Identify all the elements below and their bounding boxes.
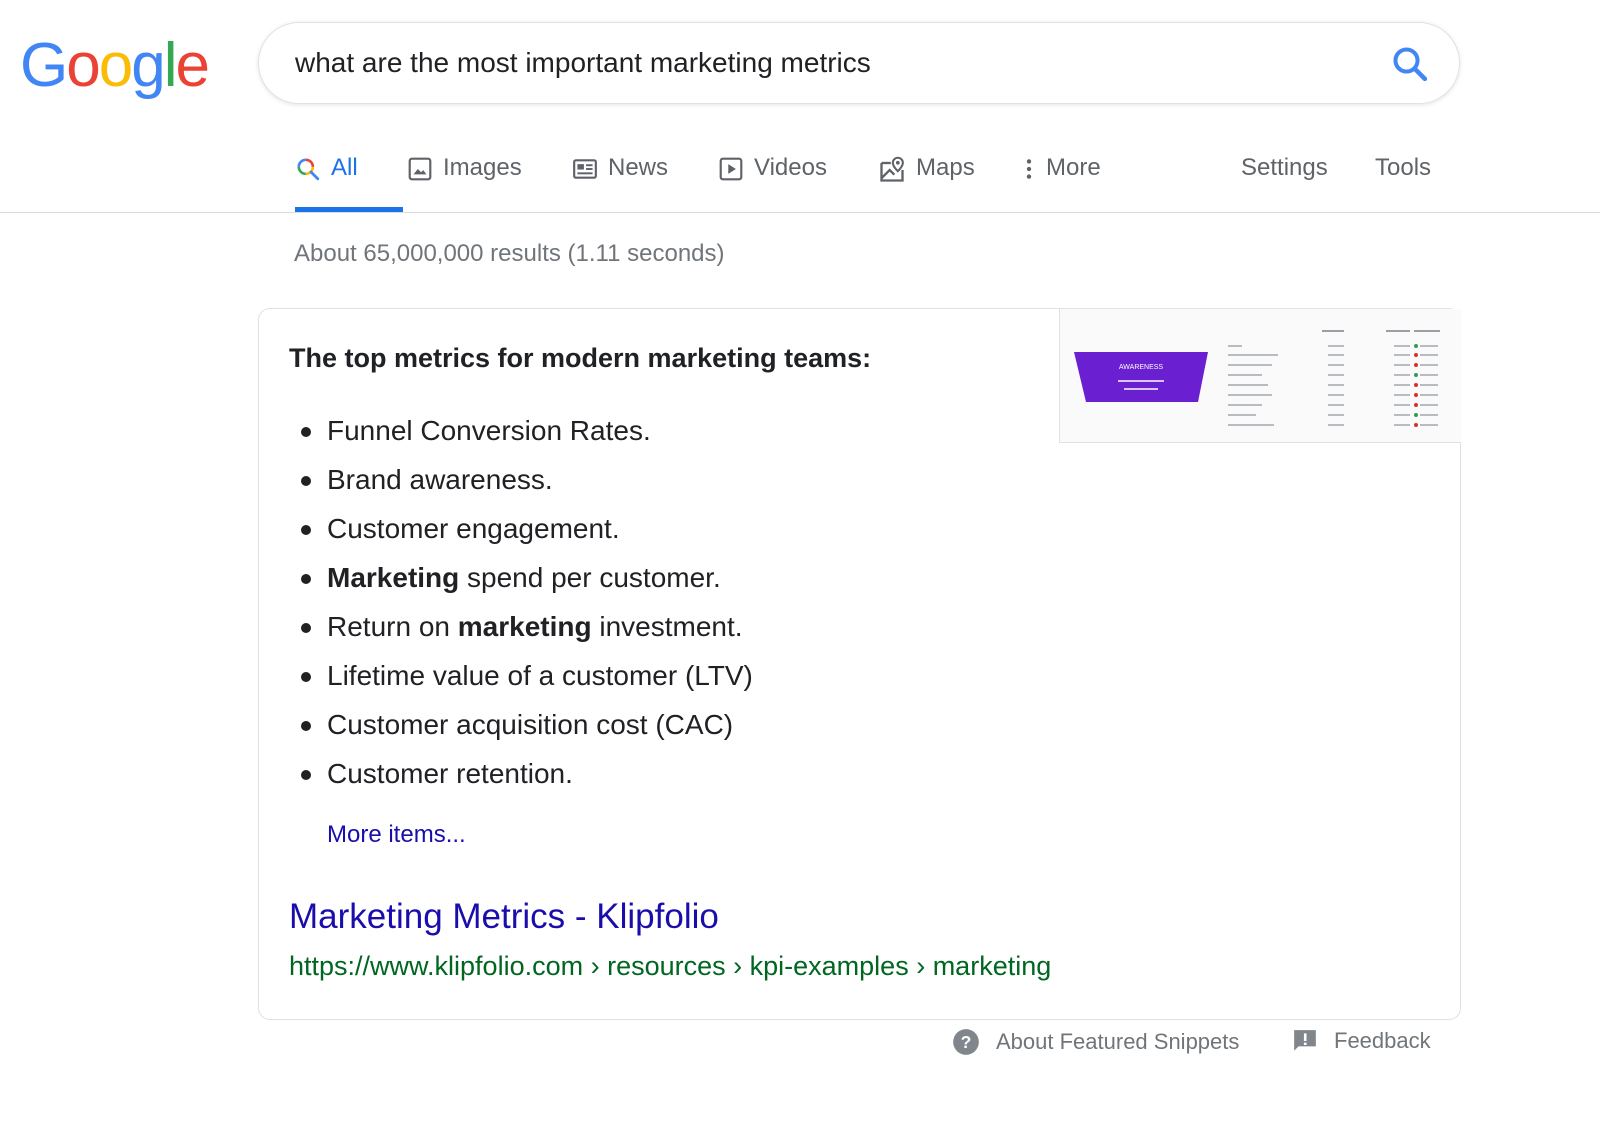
logo-letter: g (131, 31, 166, 100)
tab-label: Tools (1375, 154, 1432, 181)
tab-maps[interactable]: Maps (878, 140, 975, 212)
logo-letter: o (66, 31, 101, 100)
feedback[interactable]: Feedback (1292, 1028, 1431, 1054)
bullet (301, 672, 311, 682)
thumbnail-funnel-label: AWARENESS (1119, 364, 1164, 371)
bullet (301, 770, 311, 780)
about-label: About Featured Snippets (996, 1029, 1240, 1054)
tab-settings[interactable]: Settings (1241, 140, 1328, 212)
list-item-text: Lifetime value of a customer (LTV) (327, 660, 753, 691)
tab-label: Videos (754, 154, 827, 181)
about-featured-snippets[interactable]: ? About Featured Snippets (952, 1028, 1239, 1056)
list-item: Customer acquisition cost (CAC) (289, 707, 753, 756)
tab-label: Maps (916, 154, 975, 181)
news-icon (573, 159, 597, 179)
search-button[interactable] (1389, 43, 1431, 85)
search-box[interactable] (258, 22, 1460, 104)
logo-letter: o (98, 31, 134, 100)
list-item-keyword: Marketing (327, 562, 460, 593)
logo-letter: l (163, 31, 178, 100)
search-input[interactable] (295, 39, 1345, 87)
list-item-text: investment. (591, 611, 743, 642)
more-vert-icon (1026, 159, 1032, 179)
tab-images[interactable]: Images (407, 140, 522, 212)
list-item-text: Return on (327, 611, 458, 642)
bullet (301, 525, 311, 535)
list-item-text: Customer acquisition cost (CAC) (327, 709, 734, 740)
list-item: Customer engagement. (289, 511, 753, 560)
video-icon (719, 157, 743, 181)
tab-label: News (608, 154, 669, 181)
logo-letter: e (175, 31, 210, 100)
svg-text:?: ? (961, 1032, 972, 1052)
featured-snippet: The top metrics for modern marketing tea… (258, 308, 1461, 1020)
list-item: Brand awareness. (289, 462, 753, 511)
bullet (301, 721, 311, 731)
bullet (301, 574, 311, 584)
feedback-label: Feedback (1334, 1028, 1431, 1053)
bullet (301, 427, 311, 437)
image-icon (408, 157, 432, 181)
list-item: Return on marketing investment. (289, 609, 753, 658)
map-pin-icon (880, 156, 904, 182)
tab-label: All (331, 154, 358, 181)
list-item-text: Customer retention. (327, 758, 573, 789)
tab-label: Settings (1241, 154, 1328, 181)
tab-videos[interactable]: Videos (718, 140, 827, 212)
tab-all[interactable]: All (295, 140, 403, 212)
list-item: Lifetime value of a customer (LTV) (289, 658, 753, 707)
tab-tools[interactable]: Tools (1375, 140, 1431, 212)
snippet-thumbnail[interactable]: AWARENESS (1059, 309, 1461, 443)
google-logo[interactable]: Google (20, 30, 210, 101)
snippet-heading: The top metrics for modern marketing tea… (289, 343, 872, 373)
tab-more[interactable]: More (1022, 140, 1101, 212)
search-icon (297, 158, 320, 181)
list-item-text: spend per customer. (459, 562, 721, 593)
thumbnail-image: AWARENESS (1060, 309, 1461, 442)
snippet-list: Funnel Conversion Rates. Brand awareness… (289, 413, 753, 805)
feedback-icon (1294, 1030, 1316, 1051)
bullet (301, 623, 311, 633)
bullet (301, 476, 311, 486)
list-item: Marketing spend per customer. (289, 560, 753, 609)
result-stats: About 65,000,000 results (1.11 seconds) (294, 240, 725, 267)
list-item: Funnel Conversion Rates. (289, 413, 753, 462)
help-icon: ? (953, 1029, 979, 1055)
list-item-keyword: marketing (457, 611, 592, 642)
tab-label: More (1046, 154, 1101, 181)
list-item-text: Brand awareness. (327, 464, 553, 495)
search-icon (1393, 47, 1428, 82)
logo-letter: G (20, 31, 68, 100)
list-item-text: Funnel Conversion Rates. (327, 415, 651, 446)
more-items-link[interactable]: More items... (327, 821, 466, 849)
result-url[interactable]: https://www.klipfolio.com › resources › … (289, 951, 1051, 982)
list-item: Customer retention. (289, 756, 753, 805)
list-item-text: Customer engagement. (327, 513, 620, 544)
tab-label: Images (443, 154, 522, 181)
tab-news[interactable]: News (572, 140, 668, 212)
result-title-link[interactable]: Marketing Metrics - Klipfolio (289, 897, 719, 937)
tabs-divider (0, 212, 1600, 213)
